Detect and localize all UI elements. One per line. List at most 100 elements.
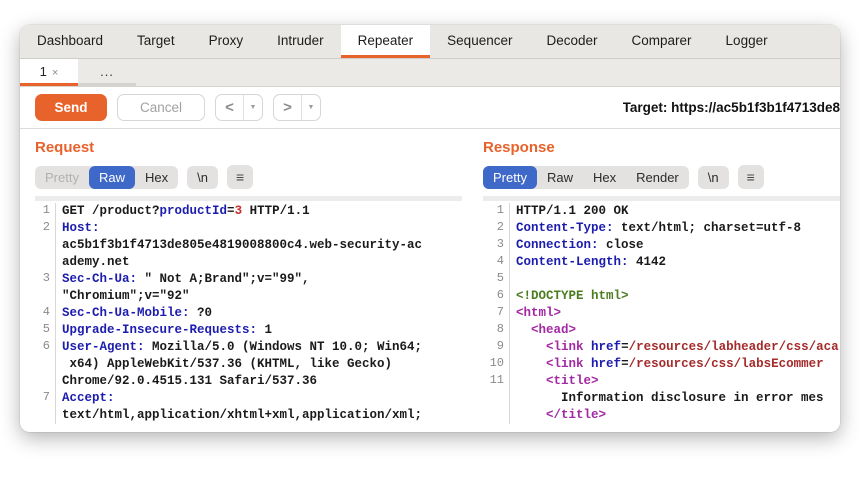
line-number — [35, 237, 56, 254]
request-tab-hex[interactable]: Hex — [135, 166, 178, 189]
request-newline-toggle[interactable]: \n — [187, 166, 218, 189]
code-text: Sec-Ch-Ua: " Not A;Brand";v="99", — [56, 271, 462, 288]
request-tab-pretty[interactable]: Pretty — [35, 166, 89, 189]
prev-dropdown-arrow-icon[interactable]: ▼ — [243, 95, 262, 120]
target-url-label: Target: https://ac5b1f3b1f4713de8 — [623, 100, 840, 115]
code-line: text/html,application/xhtml+xml,applicat… — [35, 407, 462, 424]
line-number: 1 — [483, 203, 510, 220]
tab-decoder[interactable]: Decoder — [529, 25, 614, 58]
request-editor[interactable]: 1GET /product?productId=3 HTTP/1.12Host:… — [35, 196, 462, 424]
code-text: Sec-Ch-Ua-Mobile: ?0 — [56, 305, 462, 322]
code-line: 3Sec-Ch-Ua: " Not A;Brand";v="99", — [35, 271, 462, 288]
line-number: 7 — [483, 305, 510, 322]
code-line: 1HTTP/1.1 200 OK — [483, 203, 840, 220]
line-number — [35, 288, 56, 305]
code-line: x64) AppleWebKit/537.36 (KHTML, like Gec… — [35, 356, 462, 373]
main-tab-bar: Dashboard Target Proxy Intruder Repeater… — [20, 25, 840, 59]
code-line: 9 <link href=/resources/labheader/css/ac… — [483, 339, 840, 356]
tab-sequencer[interactable]: Sequencer — [430, 25, 529, 58]
code-line: 6<!DOCTYPE html> — [483, 288, 840, 305]
response-code-lines: 1HTTP/1.1 200 OK2Content-Type: text/html… — [483, 203, 840, 424]
tab-comparer[interactable]: Comparer — [615, 25, 709, 58]
line-number: 1 — [35, 203, 56, 220]
code-line: "Chromium";v="92" — [35, 288, 462, 305]
response-tab-render[interactable]: Render — [626, 166, 689, 189]
code-line: 4Sec-Ch-Ua-Mobile: ?0 — [35, 305, 462, 322]
line-number: 6 — [35, 339, 56, 356]
line-number: 7 — [35, 390, 56, 407]
line-number: 5 — [35, 322, 56, 339]
session-tab-label: 1 — [40, 64, 47, 79]
line-number: 8 — [483, 322, 510, 339]
line-number — [35, 254, 56, 271]
next-dropdown-arrow-icon[interactable]: ▼ — [301, 95, 320, 120]
request-panel-title: Request — [35, 139, 462, 156]
code-text: text/html,application/xhtml+xml,applicat… — [56, 407, 462, 424]
response-tab-pretty[interactable]: Pretty — [483, 166, 537, 189]
code-line: 7Accept: — [35, 390, 462, 407]
response-editor-topstrip — [483, 196, 840, 201]
line-number — [483, 407, 510, 424]
request-tab-raw[interactable]: Raw — [89, 166, 135, 189]
code-text: ac5b1f3b1f4713de805e4819008800c4.web-sec… — [56, 237, 462, 254]
line-number: 9 — [483, 339, 510, 356]
code-text: <link href=/resources/labheader/css/aca — [510, 339, 840, 356]
line-number — [35, 356, 56, 373]
line-number: 10 — [483, 356, 510, 373]
response-newline-toggle[interactable]: \n — [698, 166, 729, 189]
code-line: 1GET /product?productId=3 HTTP/1.1 — [35, 203, 462, 220]
code-text: "Chromium";v="92" — [56, 288, 462, 305]
line-number: 2 — [483, 220, 510, 237]
tab-dashboard[interactable]: Dashboard — [20, 25, 120, 58]
code-text: x64) AppleWebKit/537.36 (KHTML, like Gec… — [56, 356, 462, 373]
code-line: </title> — [483, 407, 840, 424]
cancel-button[interactable]: Cancel — [117, 94, 205, 121]
tab-proxy[interactable]: Proxy — [192, 25, 261, 58]
screenshot-stage: Dashboard Target Proxy Intruder Repeater… — [0, 0, 860, 480]
response-view-tabs: Pretty Raw Hex Render \n ≡ — [483, 165, 840, 189]
code-line: 5 — [483, 271, 840, 288]
code-text: </title> — [510, 407, 840, 424]
send-button[interactable]: Send — [35, 94, 107, 121]
code-text: Information disclosure in error mes — [510, 390, 840, 407]
next-request-split-button: > ▼ — [273, 94, 321, 121]
line-number — [35, 373, 56, 390]
next-request-button[interactable]: > — [274, 95, 301, 120]
code-line: 11 <title> — [483, 373, 840, 390]
code-line: 2Host: — [35, 220, 462, 237]
response-editor[interactable]: 1HTTP/1.1 200 OK2Content-Type: text/html… — [483, 196, 840, 424]
session-tab-more[interactable]: ... — [78, 59, 136, 86]
response-menu-icon[interactable]: ≡ — [738, 165, 764, 189]
code-text: Content-Length: 4142 — [510, 254, 840, 271]
code-text: User-Agent: Mozilla/5.0 (Windows NT 10.0… — [56, 339, 462, 356]
request-menu-icon[interactable]: ≡ — [227, 165, 253, 189]
tab-target[interactable]: Target — [120, 25, 192, 58]
message-panels: Request Pretty Raw Hex \n ≡ 1GET /produc… — [20, 129, 840, 431]
tab-intruder[interactable]: Intruder — [260, 25, 341, 58]
prev-request-split-button: < ▼ — [215, 94, 263, 121]
code-line: Information disclosure in error mes — [483, 390, 840, 407]
line-number: 11 — [483, 373, 510, 390]
code-line: 8 <head> — [483, 322, 840, 339]
code-line: 4Content-Length: 4142 — [483, 254, 840, 271]
line-number: 3 — [35, 271, 56, 288]
code-line: 6User-Agent: Mozilla/5.0 (Windows NT 10.… — [35, 339, 462, 356]
response-tab-raw[interactable]: Raw — [537, 166, 583, 189]
burp-suite-window: Dashboard Target Proxy Intruder Repeater… — [20, 25, 840, 432]
prev-request-button[interactable]: < — [216, 95, 243, 120]
session-tab-1[interactable]: 1× — [20, 59, 78, 86]
request-view-tab-group: Pretty Raw Hex — [35, 166, 178, 189]
request-code-lines: 1GET /product?productId=3 HTTP/1.12Host:… — [35, 203, 462, 424]
response-tab-hex[interactable]: Hex — [583, 166, 626, 189]
code-line: 7<html> — [483, 305, 840, 322]
close-icon[interactable]: × — [52, 67, 58, 79]
line-number: 5 — [483, 271, 510, 288]
code-text: <html> — [510, 305, 840, 322]
code-line: ac5b1f3b1f4713de805e4819008800c4.web-sec… — [35, 237, 462, 254]
response-panel: Response Pretty Raw Hex Render \n ≡ 1HTT… — [468, 129, 840, 431]
code-text — [510, 271, 840, 288]
code-line: 5Upgrade-Insecure-Requests: 1 — [35, 322, 462, 339]
tab-logger[interactable]: Logger — [709, 25, 785, 58]
line-number: 3 — [483, 237, 510, 254]
tab-repeater[interactable]: Repeater — [341, 25, 431, 58]
